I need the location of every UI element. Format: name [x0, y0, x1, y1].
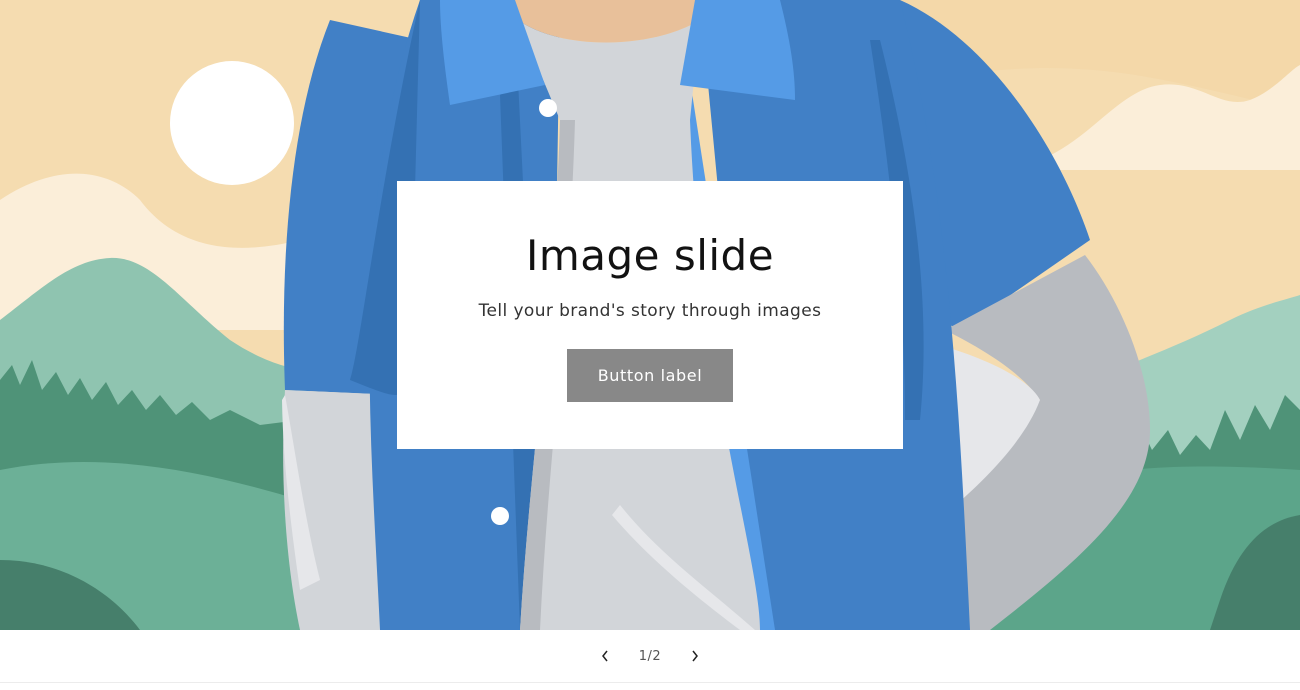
next-slide-button[interactable]	[673, 634, 717, 678]
slide-heading: Image slide	[525, 231, 775, 280]
slide-text-box: Image slide Tell your brand's story thro…	[397, 181, 903, 449]
chevron-left-icon	[601, 650, 608, 662]
sun-shape	[170, 61, 294, 185]
slide-counter: 1/2	[638, 648, 662, 664]
previous-slide-button[interactable]	[583, 634, 627, 678]
slide-cta-button[interactable]: Button label	[567, 349, 733, 403]
slideshow-controls: 1/2	[0, 630, 1300, 683]
chevron-right-icon	[692, 650, 699, 662]
slide-subheading: Tell your brand's story through images	[478, 301, 822, 322]
slideshow-slide: Image slide Tell your brand's story thro…	[0, 0, 1300, 630]
